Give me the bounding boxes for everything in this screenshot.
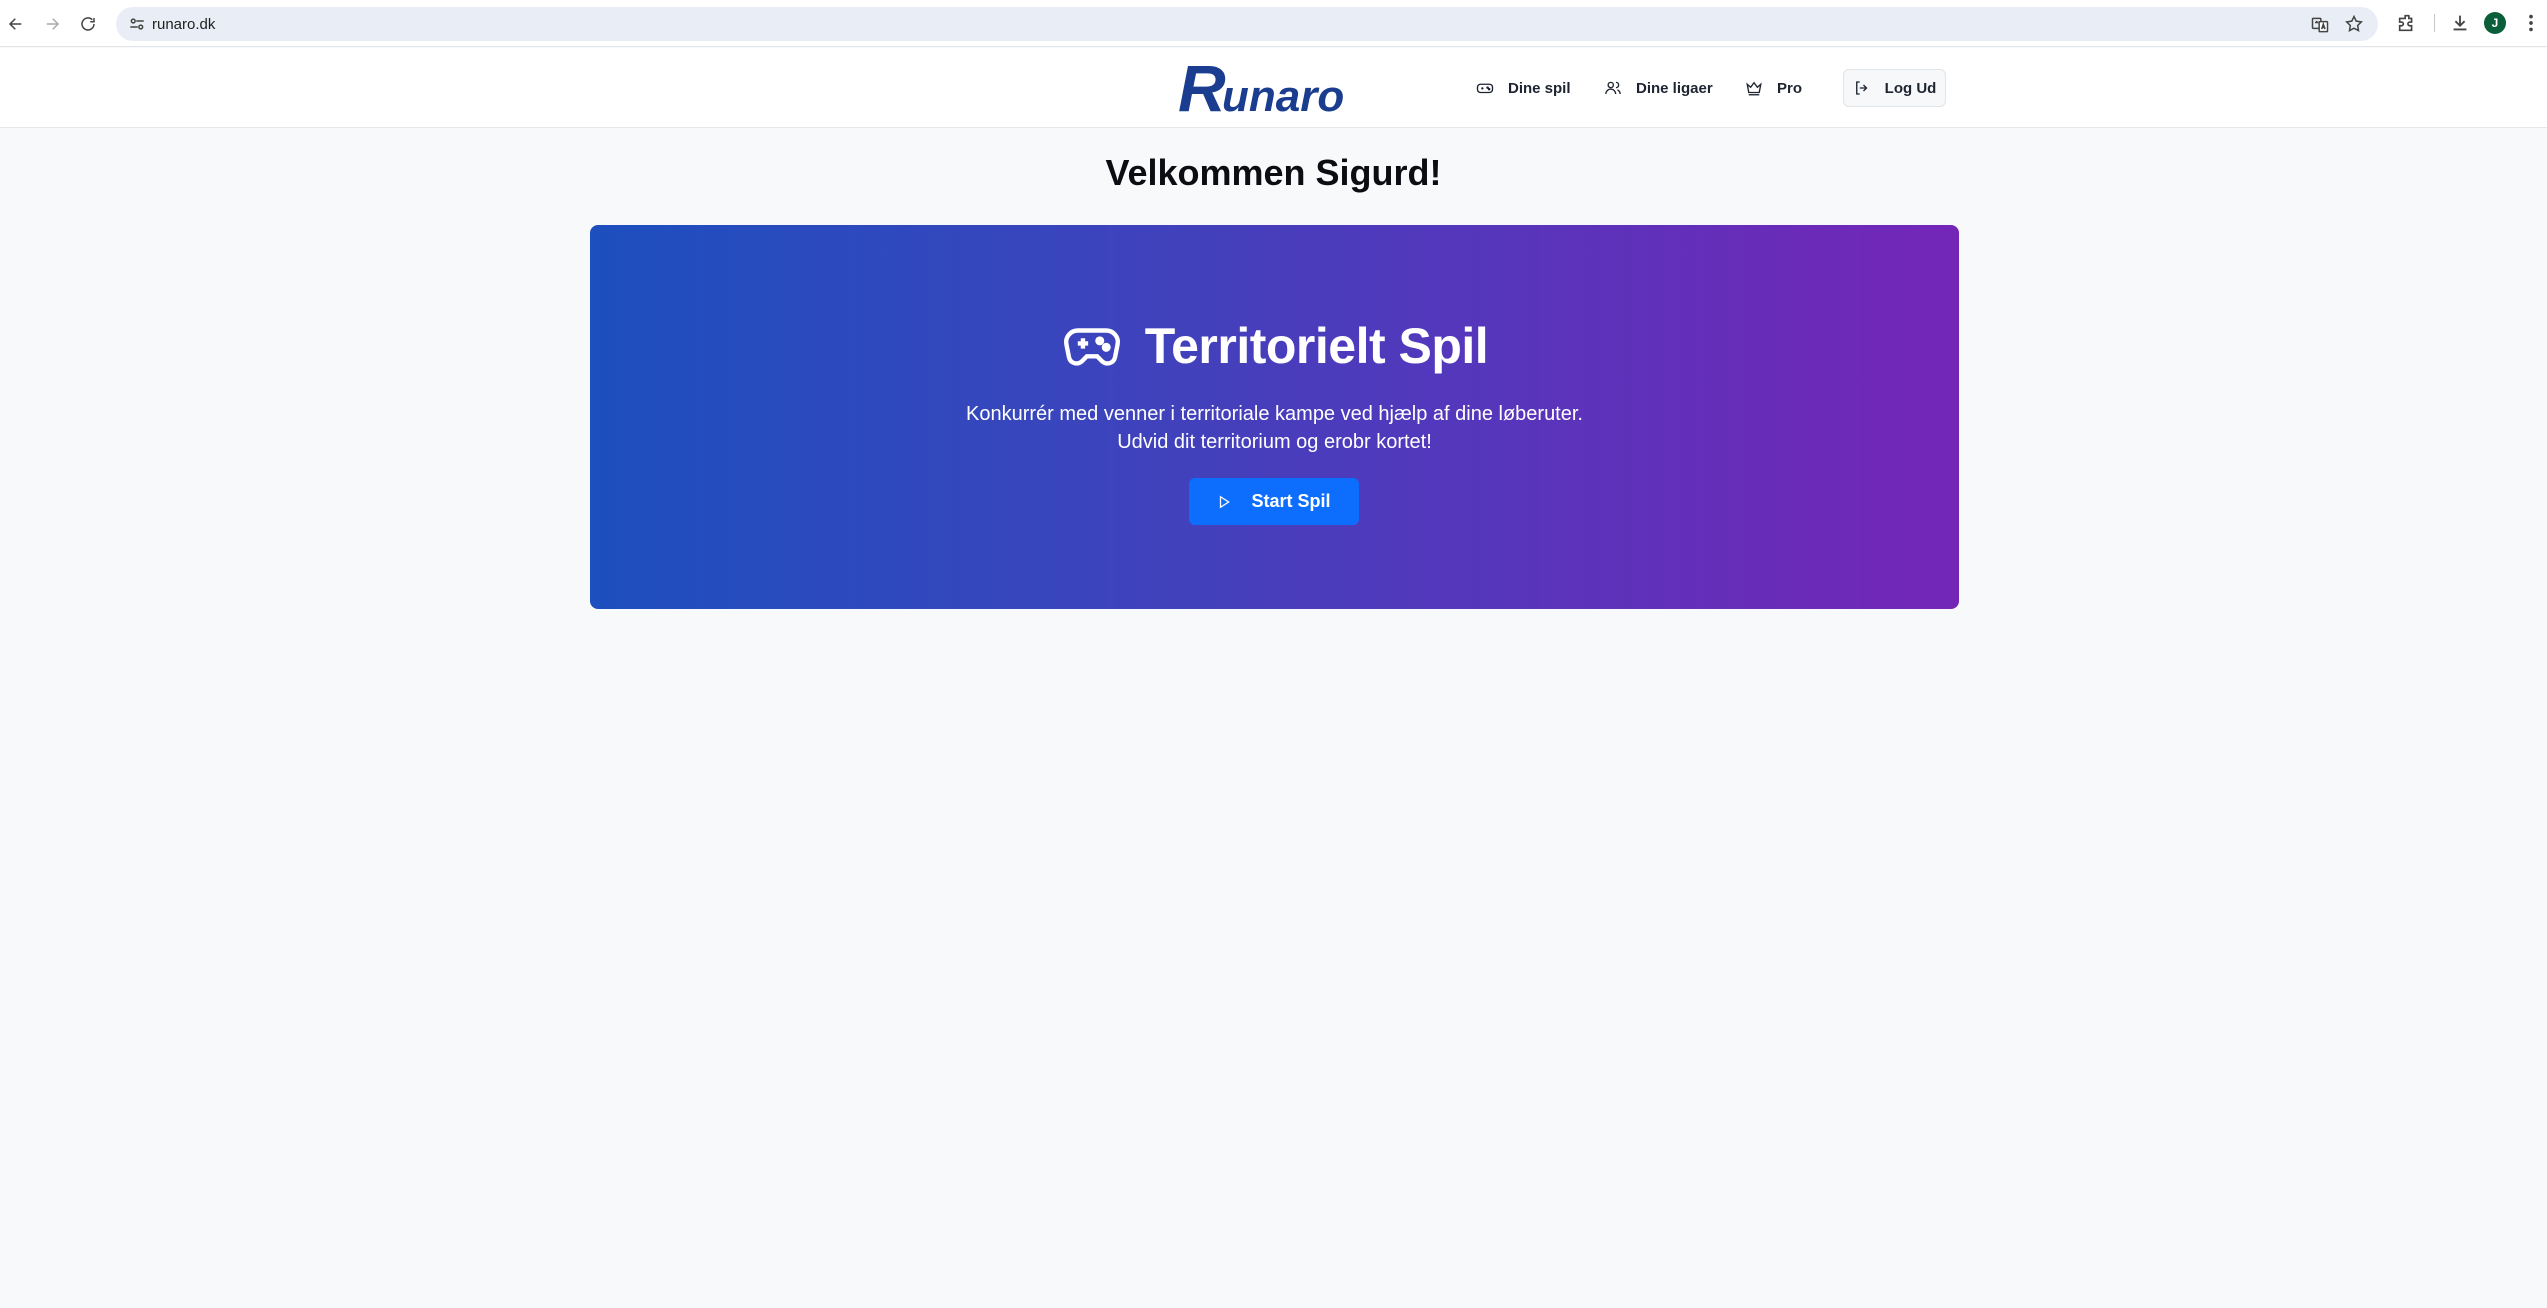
site-settings-icon[interactable] — [128, 15, 146, 33]
page-title: Velkommen Sigurd! — [1105, 152, 1442, 193]
nav-label: Pro — [1777, 79, 1803, 97]
crown-icon — [1746, 81, 1762, 96]
download-icon[interactable] — [2449, 12, 2471, 34]
site-header: R unaro Dine spil Dine ligaer Pro Log Ud — [0, 48, 2547, 128]
logout-icon — [1855, 81, 1868, 95]
hero-description-line2: Udvid dit territorium og erobr kortet! — [1117, 431, 1432, 453]
nav-dine-ligaer[interactable]: Dine ligaer — [1604, 72, 1713, 104]
reload-icon[interactable] — [74, 10, 102, 38]
star-icon[interactable] — [2344, 14, 2364, 34]
nav-label: Dine ligaer — [1636, 79, 1713, 97]
logout-label: Log Ud — [1884, 79, 1937, 97]
forward-icon[interactable] — [38, 10, 66, 38]
runaro-logo[interactable]: R unaro — [1178, 58, 1372, 120]
start-game-label: Start Spil — [1251, 491, 1331, 511]
nav-label: Dine spil — [1508, 79, 1571, 97]
browser-toolbar: runaro.dk J — [0, 0, 2547, 47]
play-icon — [1220, 495, 1231, 508]
avatar[interactable]: J — [2484, 12, 2506, 34]
gamepad-icon — [1476, 83, 1494, 94]
address-bar[interactable]: runaro.dk — [116, 7, 2378, 41]
hero-title-text: Territorielt Spil — [1144, 318, 1489, 374]
nav-dine-spil[interactable]: Dine spil — [1476, 72, 1571, 104]
toolbar-divider — [2434, 14, 2435, 32]
nav-pro[interactable]: Pro — [1745, 72, 1802, 104]
svg-text:R: R — [1178, 58, 1226, 120]
hero-description: Konkurrér med venner i territoriale kamp… — [590, 400, 1959, 456]
svg-text:unaro: unaro — [1222, 72, 1344, 120]
start-game-button[interactable]: Start Spil — [1189, 478, 1359, 525]
users-icon — [1605, 81, 1621, 95]
extensions-icon[interactable] — [2396, 12, 2418, 34]
back-icon[interactable] — [2, 10, 30, 38]
hero-description-line1: Konkurrér med venner i territoriale kamp… — [966, 403, 1583, 425]
gamepad-icon — [1063, 328, 1120, 366]
logout-button[interactable]: Log Ud — [1843, 69, 1946, 107]
more-icon[interactable] — [2520, 12, 2542, 34]
translate-icon[interactable] — [2310, 15, 2330, 35]
hero-title: Territorielt Spil — [590, 315, 1959, 377]
territorial-game-card: Territorielt Spil Konkurrér med venner i… — [590, 225, 1959, 609]
url-text: runaro.dk — [152, 16, 216, 33]
